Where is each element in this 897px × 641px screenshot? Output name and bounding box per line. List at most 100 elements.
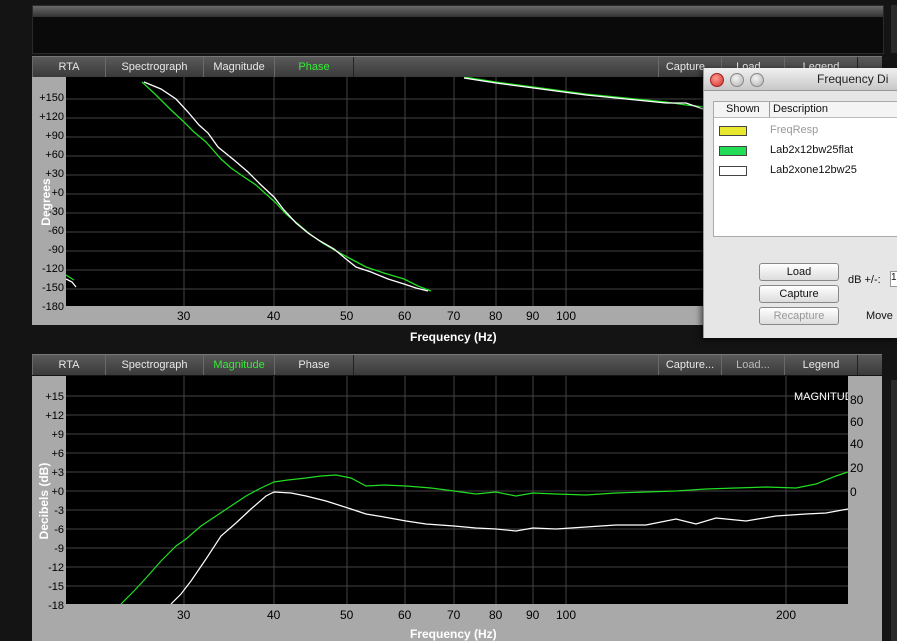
y-tick: +30 (45, 168, 64, 180)
x-tick: 60 (398, 608, 412, 622)
color-swatch[interactable] (719, 146, 747, 156)
magnitude-plot-svg: MAGNITUDE (66, 376, 860, 605)
y-tick: -18 (48, 600, 64, 612)
magnitude-panel: Decibels (dB) MAGNITU +15 +12 +9 +6 +3 +… (32, 376, 882, 641)
y-tick: +15 (45, 391, 64, 403)
curve-list[interactable]: Shown Description FreqResp Lab2x12bw25fl… (713, 101, 897, 237)
y-tick: -60 (48, 225, 64, 237)
magnitude-panel-tabbar: RTA Spectrograph Magnitude Phase Capture… (32, 354, 882, 375)
x-tick: 30 (177, 309, 191, 323)
magnitude-y-ticks: +15 +12 +9 +6 +3 +0 -3 -6 -9 -12 -15 -18 (36, 390, 64, 618)
x-tick: 70 (447, 608, 461, 622)
tab-magnitude[interactable]: Magnitude (203, 57, 275, 77)
y-tick: +6 (51, 448, 64, 460)
y-tick: -12 (48, 562, 64, 574)
tab-phase[interactable]: Phase (274, 355, 354, 375)
y-tick: +3 (51, 467, 64, 479)
phase-x-axis-label: Frequency (Hz) (410, 330, 497, 344)
curve-row-lab2x12bw25flat[interactable]: Lab2x12bw25flat (714, 142, 897, 160)
db-label: dB +/-: (848, 274, 881, 286)
curve-list-header: Shown Description (714, 102, 897, 118)
color-swatch[interactable] (719, 166, 747, 176)
magnitude-trace-green (120, 471, 849, 605)
tab-phase[interactable]: Phase (274, 57, 354, 77)
x-tick: 70 (447, 309, 461, 323)
zoom-icon[interactable] (750, 73, 764, 87)
y2-tick: 40 (850, 437, 864, 451)
col-shown[interactable]: Shown (726, 103, 760, 115)
col-description[interactable]: Description (773, 103, 828, 115)
phase-y-ticks: +150 +120 +90 +60 +30 +0 -30 -60 -90 -12… (36, 89, 64, 318)
capture-dialog-button[interactable]: Capture (759, 285, 839, 303)
x-tick: 60 (398, 309, 412, 323)
y-tick: +60 (45, 149, 64, 161)
tab-magnitude[interactable]: Magnitude (203, 355, 275, 375)
phase-trace-green-main (141, 81, 432, 292)
top-display-area (32, 5, 884, 54)
y-tick: -180 (41, 301, 64, 313)
y-tick: -30 (48, 206, 64, 218)
x-tick: 40 (267, 608, 281, 622)
y-tick: -3 (54, 505, 64, 517)
y-tick: -9 (54, 543, 64, 555)
y-tick: -90 (48, 244, 64, 256)
tab-spectrograph[interactable]: Spectrograph (105, 355, 204, 375)
tab-rta[interactable]: RTA (32, 57, 106, 77)
color-swatch[interactable] (719, 126, 747, 136)
x-tick: 50 (340, 309, 354, 323)
load-dialog-button[interactable]: Load (759, 263, 839, 281)
y-tick: +0 (51, 187, 64, 199)
x-tick: 100 (556, 309, 577, 323)
x-tick: 80 (489, 309, 503, 323)
minimize-icon[interactable] (730, 73, 744, 87)
tab-spectrograph[interactable]: Spectrograph (105, 57, 204, 77)
db-input[interactable]: 1 (890, 271, 897, 287)
curve-label: Lab2xone12bw25 (770, 164, 857, 176)
magnitude-plot[interactable]: MAGNITUDE (66, 376, 860, 605)
x-tick: 100 (556, 608, 577, 622)
curve-row-lab2xone12bw25[interactable]: Lab2xone12bw25 (714, 162, 897, 180)
y-tick: -6 (54, 524, 64, 536)
recapture-button[interactable]: Recapture (759, 307, 839, 325)
magnitude-x-axis-label: Frequency (Hz) (410, 627, 497, 641)
y2-tick: 60 (850, 415, 864, 429)
y-tick: +150 (39, 92, 64, 104)
right-scroll-bottom[interactable] (891, 380, 897, 641)
y-tick: +0 (51, 486, 64, 498)
magnitude-x-ticks: 30 40 50 60 70 80 90 100 200 (66, 608, 848, 622)
x-tick: 40 (267, 309, 281, 323)
top-strip (33, 6, 883, 17)
phase-trace-white-left (65, 278, 77, 288)
y-tick: +120 (39, 111, 64, 123)
load-button[interactable]: Load... (721, 355, 785, 375)
y2-tick: 20 (850, 461, 864, 475)
magnitude-y2-ticks: 80 60 40 20 0 (848, 390, 878, 618)
phase-trace-white (143, 81, 429, 292)
x-tick: 80 (489, 608, 503, 622)
x-tick: 90 (526, 309, 540, 323)
curve-label: FreqResp (770, 124, 819, 136)
dialog-title: Frequency Di (817, 72, 889, 86)
x-tick: 30 (177, 608, 191, 622)
y-tick: +12 (45, 410, 64, 422)
magnitude-title: MAGNITUDE (794, 391, 848, 403)
y2-tick: 80 (850, 393, 864, 407)
curve-row-freqresp[interactable]: FreqResp (714, 122, 897, 140)
x-tick: 50 (340, 608, 354, 622)
col-divider (769, 102, 770, 117)
move-label: Move (866, 310, 893, 322)
dialog-titlebar[interactable]: Frequency Di (704, 68, 897, 91)
x-tick: 200 (776, 608, 797, 622)
legend-button[interactable]: Legend (784, 355, 858, 375)
capture-button[interactable]: Capture... (658, 355, 722, 375)
right-scroll-top[interactable] (891, 5, 897, 53)
y-tick: -150 (41, 282, 64, 294)
tab-rta[interactable]: RTA (32, 355, 106, 375)
frequency-dialog: Frequency Di Shown Description FreqResp … (703, 68, 897, 338)
y-tick: -120 (41, 263, 64, 275)
y-tick: +9 (51, 429, 64, 441)
y-tick: -15 (48, 581, 64, 593)
close-icon[interactable] (710, 73, 724, 87)
x-tick: 90 (526, 608, 540, 622)
y-tick: +90 (45, 130, 64, 142)
